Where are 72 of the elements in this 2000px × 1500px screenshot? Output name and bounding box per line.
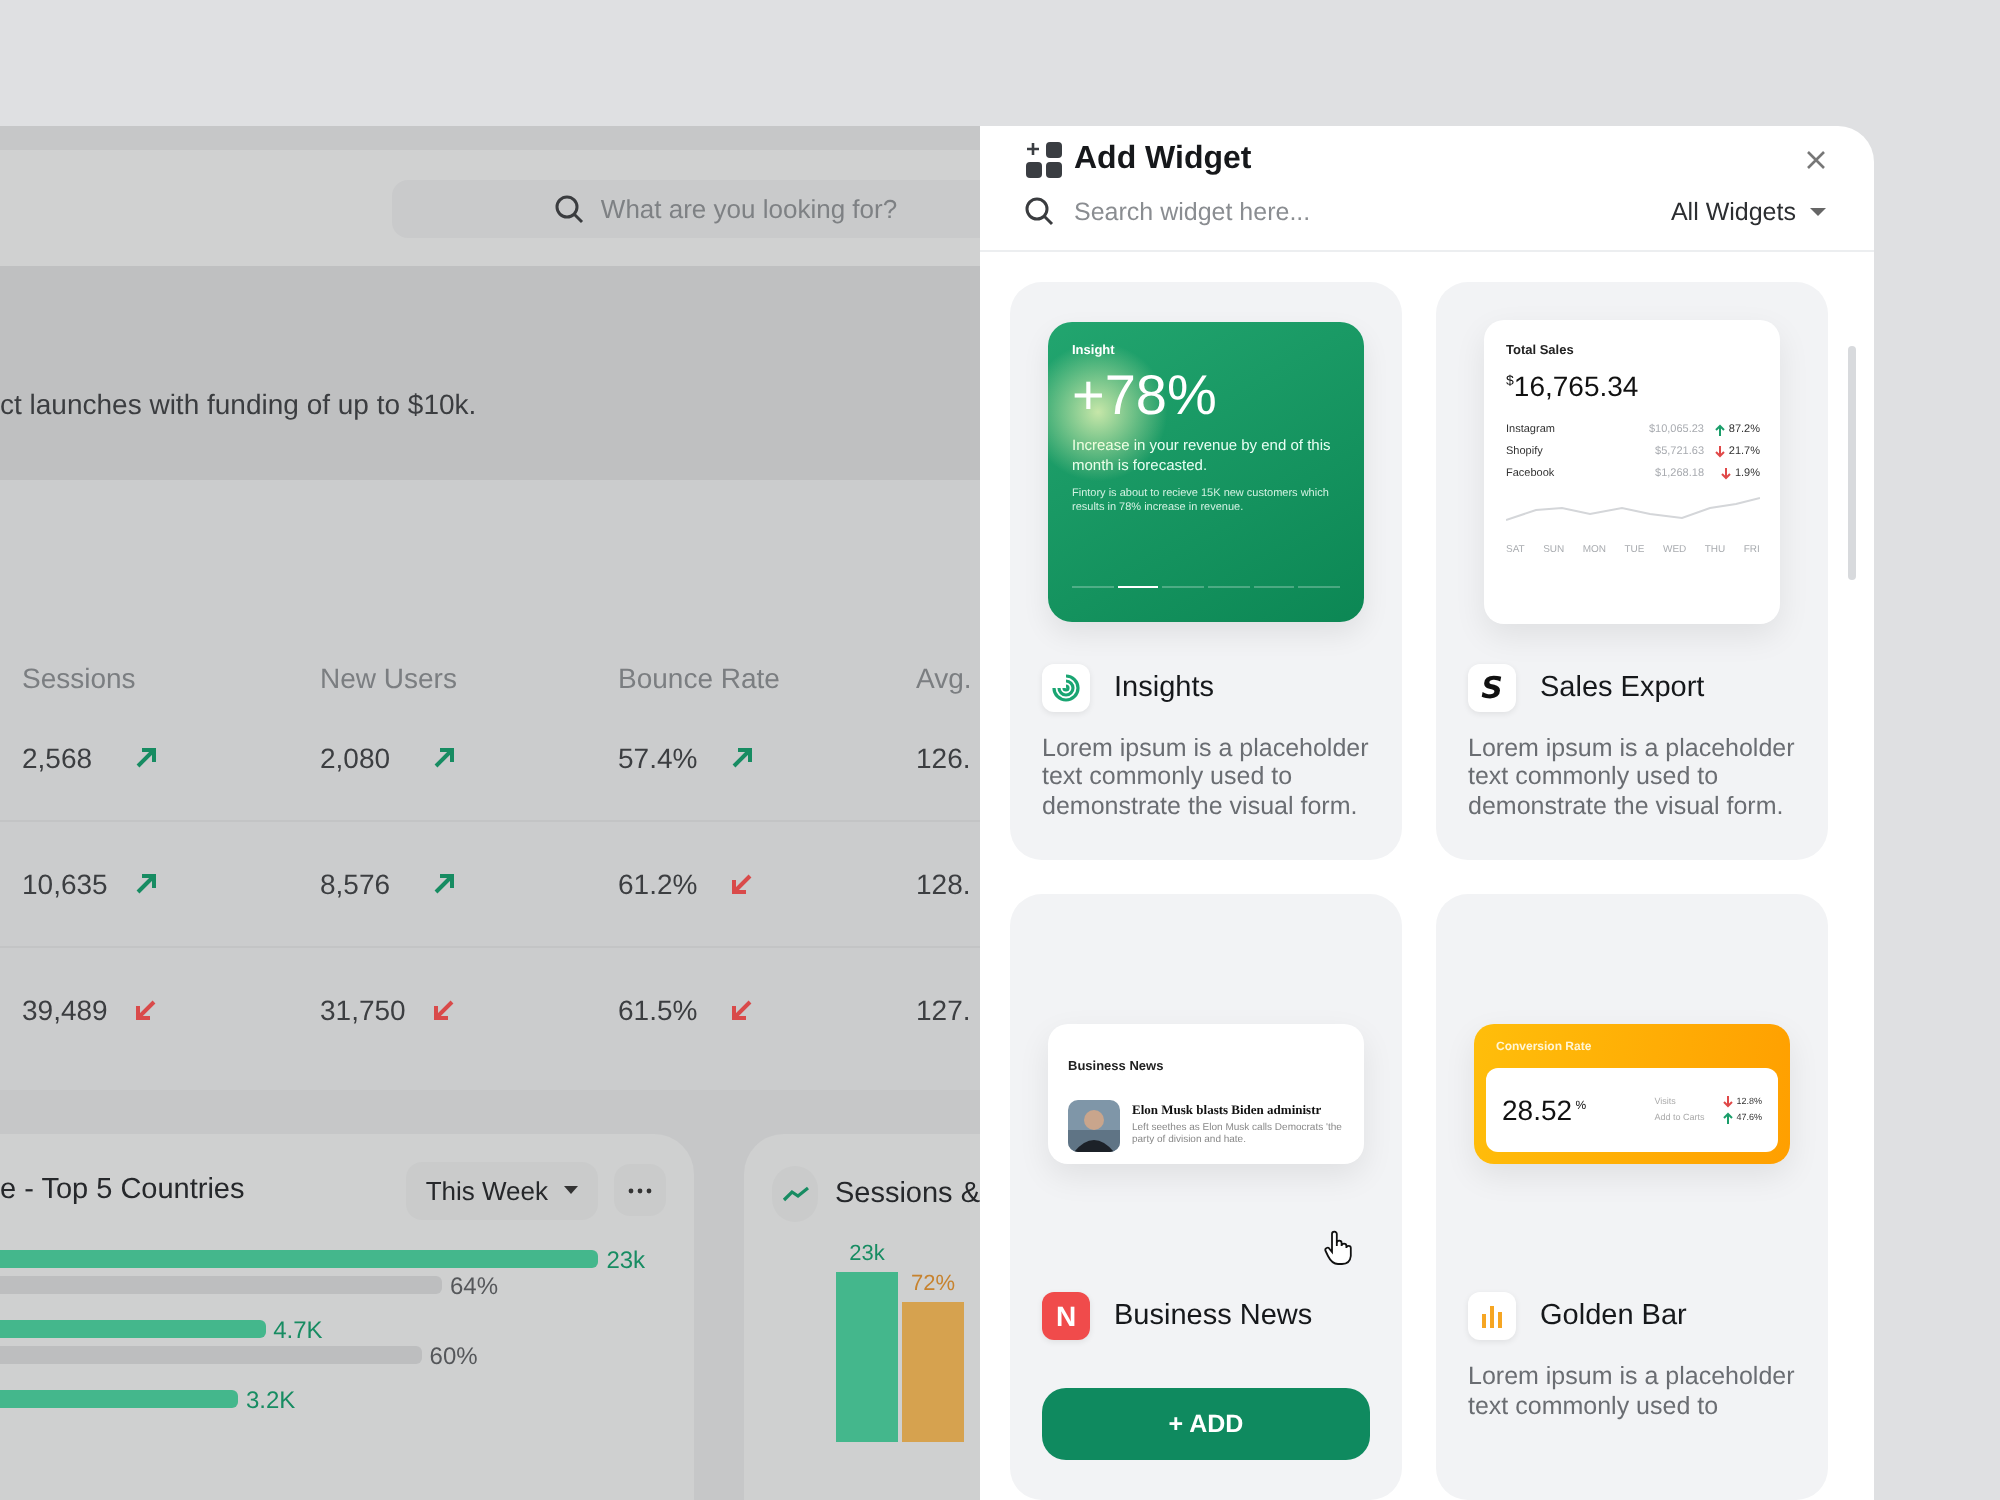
table-cell-text: 2,080 [320, 742, 393, 774]
down-left-arrow-icon [432, 998, 456, 1022]
sales-amount: $^{$}$16,765.34 [1506, 370, 1641, 402]
widget-search-field[interactable]: Search widget here... [1070, 195, 1671, 228]
period-dropdown[interactable]: This Week [405, 1161, 598, 1219]
widget-filter-dropdown[interactable]: All Widgets [1670, 197, 1826, 226]
percentage: +78% [1072, 364, 1219, 428]
table-cell-text: 2,568 [22, 742, 95, 774]
widget-name: Business News [1114, 1300, 1313, 1332]
up-right-arrow-icon [134, 746, 158, 770]
table-cell-text: 127. [916, 994, 973, 1026]
table-cell-text: 126. [916, 742, 973, 774]
bar-chart-icon [1468, 1292, 1516, 1340]
bar-label: 60% [429, 1341, 478, 1369]
news-logo: N [1042, 1292, 1090, 1340]
widget-description: Lorem ipsum is a placeholder text commonly used to [1468, 1362, 1796, 1420]
down-left-arrow-icon [730, 998, 754, 1022]
widget-card[interactable] [1010, 281, 1402, 860]
up-arrow-icon [1714, 424, 1727, 436]
scrollbar[interactable] [1848, 346, 1856, 580]
column-header: Sessions [20, 662, 138, 694]
widget-name: Sales Export [1540, 671, 1705, 703]
caret-icon [1810, 207, 1826, 216]
more-button[interactable] [614, 1164, 666, 1216]
bar-label: 64% [450, 1271, 499, 1299]
panel-title: Add Widget [1074, 141, 1254, 178]
widget-name: Insights [1114, 671, 1214, 703]
add-button[interactable]: + ADD [1042, 1388, 1370, 1460]
more-icon [628, 1187, 652, 1193]
bar-label: 72% [910, 1272, 956, 1296]
table-cell-text: 10,635 [22, 868, 110, 900]
column-header: Bounce Rate [616, 662, 782, 694]
banner-text: ct launches with funding of up to $10k. [0, 388, 477, 420]
bar-label: 23k [606, 1245, 646, 1273]
card-title: Sessions & [834, 1178, 980, 1210]
table-cell-text: 128. [916, 868, 973, 900]
down-left-arrow-icon [134, 998, 158, 1022]
sales-logo: S [1468, 663, 1516, 711]
widget-description: Lorem ipsum is a placeholder text commonly used to demonstrate the visual form. [1042, 733, 1370, 820]
table-cell-text: 61.5% [618, 994, 700, 1026]
down-arrow-icon [1722, 1095, 1735, 1107]
search-icon [554, 193, 585, 223]
hand-cursor-icon [1324, 1230, 1352, 1266]
up-right-arrow-icon [134, 872, 158, 896]
up-right-arrow-icon [432, 872, 456, 896]
table-cell-text: 57.4% [618, 742, 700, 774]
conversion-value: 28.52$^{%}$ [1502, 1093, 1589, 1125]
widget-description: Lorem ipsum is a placeholder text commonly used to demonstrate the visual form. [1468, 733, 1796, 820]
close-icon[interactable] [1806, 149, 1826, 170]
search-icon [1024, 196, 1054, 227]
down-arrow-icon [1714, 446, 1727, 458]
bar-label: 4.7K [273, 1315, 323, 1343]
up-right-arrow-icon [432, 746, 456, 770]
widget-card[interactable] [1436, 281, 1828, 860]
widgets-icon [1026, 141, 1062, 178]
table-cell-text: 31,750 [320, 994, 408, 1026]
table-cell-text: 8,576 [320, 868, 393, 900]
trend-icon [772, 1166, 819, 1222]
card-title: e - Top 5 Countries [0, 1174, 247, 1206]
swirl-logo-icon [1042, 663, 1090, 711]
bar-label: 3.2K [246, 1385, 296, 1413]
table-cell-text: 61.2% [618, 868, 700, 900]
column-header: Avg. [914, 662, 974, 694]
up-arrow-icon [1722, 1111, 1735, 1123]
widget-name: Golden Bar [1540, 1300, 1687, 1332]
bar-label: 23k [849, 1242, 885, 1266]
up-right-arrow-icon [730, 746, 754, 770]
down-arrow-icon [1720, 468, 1733, 480]
down-left-arrow-icon [730, 872, 754, 896]
table-cell-text: 39,489 [22, 994, 110, 1026]
caret-icon [564, 1186, 578, 1194]
column-header: New Users [318, 662, 459, 694]
